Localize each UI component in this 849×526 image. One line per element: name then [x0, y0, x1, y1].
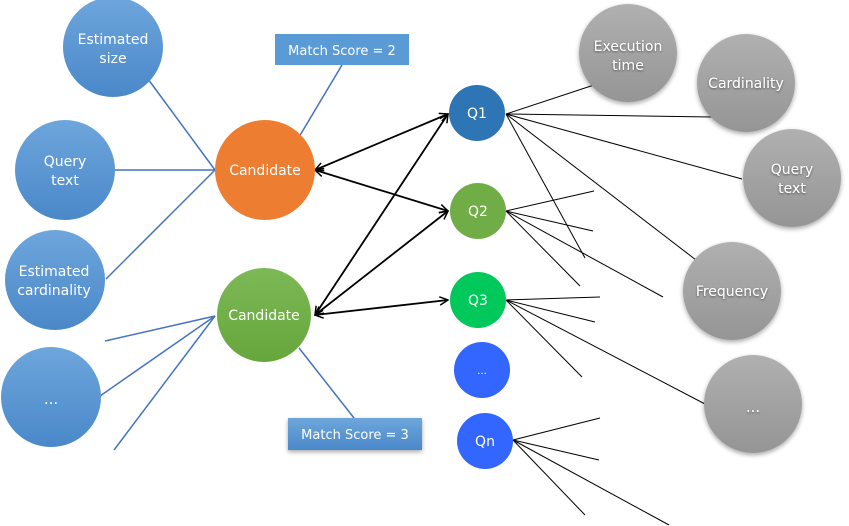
query-node-q1[interactable]: Q1 [449, 85, 505, 141]
connector-match-score-3 [298, 347, 355, 419]
qn-line-3 [512, 439, 586, 516]
qn-line-4 [512, 439, 670, 526]
feature-label-line1: Query [44, 154, 87, 170]
candidate-feature-nodes: Estimated size Query text Estimated card… [1, 0, 163, 447]
query-node-more[interactable]: ... [454, 342, 510, 398]
query-feature-node-execution-time[interactable]: Execution time [579, 4, 677, 102]
query-node-q3[interactable]: Q3 [450, 272, 506, 328]
q3-line-2 [505, 299, 596, 323]
connector-estimated-cardinality [105, 169, 216, 280]
candidate-node-2[interactable]: Candidate [217, 268, 311, 362]
feature-label-line2: size [99, 51, 126, 67]
feature-label-line2: cardinality [17, 283, 91, 299]
qn-line-2 [512, 439, 600, 461]
feature-connectors [99, 64, 355, 451]
query-feature-node-query-text[interactable]: Query text [743, 129, 841, 227]
match-score-label: Match Score = 2 [288, 44, 396, 59]
query-node-q2[interactable]: Q2 [450, 183, 506, 239]
feature-label-line1: Estimated [78, 32, 149, 48]
connector-estimated-size [147, 78, 216, 171]
edge-cand2-q1[interactable] [315, 114, 448, 315]
feature-label-line2: text [51, 173, 79, 189]
q3-line-4 [505, 299, 583, 378]
qn-line-1 [512, 417, 601, 441]
query-feature-label-line2: time [612, 58, 644, 74]
q3-line-1 [505, 296, 601, 301]
candidate-query-edges [315, 114, 448, 315]
q2-line-3 [505, 210, 664, 298]
query-feature-nodes: Execution time Cardinality Query text Fr… [579, 4, 841, 453]
query-label: Q1 [467, 106, 487, 122]
query-feature-node-more[interactable]: ... [704, 355, 802, 453]
feature-node-estimated-cardinality[interactable]: Estimated cardinality [5, 230, 105, 330]
query-label: ... [477, 366, 487, 377]
q1-cardinality-line [505, 113, 713, 118]
query-feature-label: Cardinality [708, 76, 784, 92]
candidate-label: Candidate [228, 308, 300, 324]
diagram-canvas: Estimated size Query text Estimated card… [1, 0, 841, 526]
query-label: Q2 [468, 204, 488, 220]
query-label: Qn [475, 434, 495, 450]
edge-cand2-q2[interactable] [315, 211, 448, 315]
edge-cand2-q3[interactable] [315, 300, 448, 315]
query-feature-node-cardinality[interactable]: Cardinality [697, 34, 795, 132]
q1-execution-time-line [505, 84, 595, 115]
query-feature-label: ... [746, 398, 760, 416]
q1-query-text-line [505, 113, 743, 180]
query-feature-label: Frequency [696, 284, 768, 300]
candidate-node-1[interactable]: Candidate [215, 120, 315, 220]
q2-line-4 [505, 210, 581, 287]
query-feature-label-line1: Execution [594, 39, 663, 55]
query-nodes: Q1 Q2 Q3 ... Qn [449, 85, 513, 469]
connector-cand2-dots [99, 315, 216, 397]
feature-label-line1: Estimated [19, 264, 90, 280]
candidate-nodes: Candidate Candidate [215, 120, 315, 362]
query-label: Q3 [468, 293, 488, 309]
q3-line-3 [505, 299, 706, 405]
connector-match-score-2 [298, 64, 343, 138]
feature-label-dots: ... [44, 390, 58, 408]
query-feature-label-line2: text [778, 181, 806, 197]
match-score-label: Match Score = 3 [301, 428, 409, 443]
q1-frequency-line [505, 113, 697, 261]
edge-cand1-q2[interactable] [315, 170, 448, 211]
edge-cand1-q1[interactable] [315, 114, 448, 170]
query-feature-node-frequency[interactable]: Frequency [683, 242, 781, 340]
feature-node-more[interactable]: ... [1, 347, 101, 447]
query-feature-label-line1: Query [771, 162, 814, 178]
candidate-label: Candidate [229, 163, 301, 179]
feature-node-estimated-size[interactable]: Estimated size [63, 0, 163, 97]
query-node-qn[interactable]: Qn [457, 413, 513, 469]
match-score-box-1: Match Score = 2 [275, 34, 409, 65]
match-score-box-2: Match Score = 3 [288, 418, 422, 450]
q2-line-2 [505, 210, 594, 232]
q1-dots-line [505, 113, 586, 259]
feature-node-query-text[interactable]: Query text [15, 120, 115, 220]
